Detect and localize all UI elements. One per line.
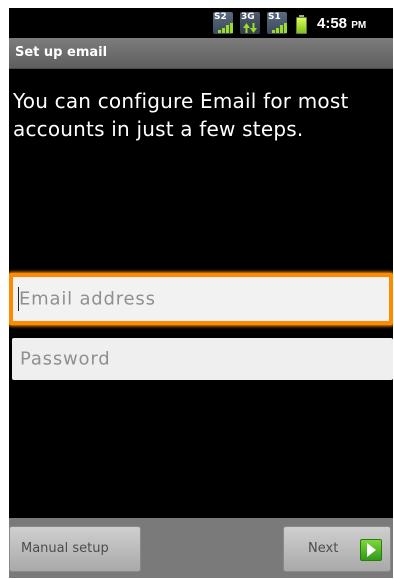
next-button[interactable]: Next	[283, 526, 391, 572]
password-placeholder: Password	[20, 348, 111, 370]
signal-sim2-icon: S2	[213, 12, 233, 34]
signal-bars	[218, 23, 233, 33]
next-label: Next	[308, 541, 339, 556]
signal-sim1-label: S1	[268, 12, 281, 22]
manual-setup-button[interactable]: Manual setup	[9, 526, 141, 572]
title-bar: Set up email	[9, 38, 393, 69]
intro-text: You can configure Email for most account…	[13, 89, 349, 141]
clock-ampm: PM	[351, 20, 367, 31]
email-field[interactable]: Email address	[9, 273, 393, 325]
battery-icon	[296, 15, 307, 34]
password-field[interactable]: Password	[12, 338, 393, 380]
bottom-button-bar: Manual setup Next	[9, 518, 393, 578]
clock-time: 4:58	[317, 15, 348, 32]
page-title: Set up email	[15, 45, 108, 60]
email-setup-screen: S2 3G S1 4:58 PM Set up email You can co…	[9, 8, 393, 578]
signal-bars	[272, 23, 287, 33]
manual-setup-label: Manual setup	[21, 541, 109, 556]
data-arrows-icon	[243, 23, 257, 33]
status-bar: S2 3G S1 4:58 PM	[9, 8, 393, 38]
signal-sim2-label: S2	[214, 12, 227, 22]
data-3g-icon: 3G	[240, 12, 260, 34]
next-arrow-icon	[360, 539, 382, 561]
status-clock: 4:58 PM	[317, 14, 366, 36]
signal-sim1-icon: S1	[267, 12, 287, 34]
email-placeholder: Email address	[19, 288, 156, 310]
data-3g-label: 3G	[241, 12, 255, 22]
